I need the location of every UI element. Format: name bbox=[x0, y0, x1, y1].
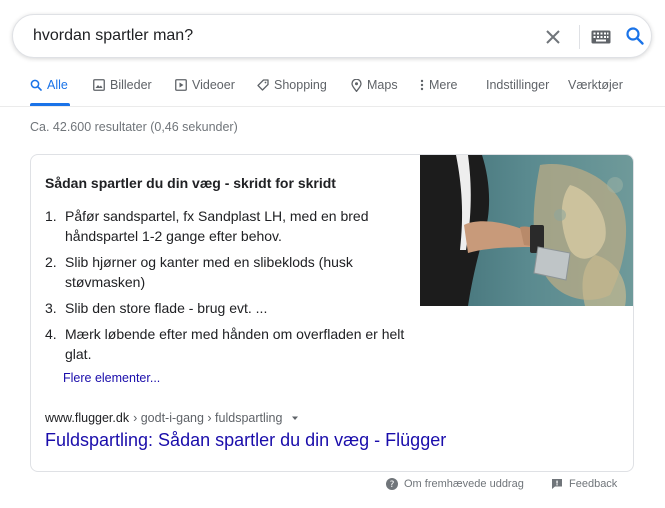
wall-plastering-illustration bbox=[420, 155, 633, 306]
chevron-down-icon[interactable] bbox=[290, 413, 300, 423]
tab-indstillinger[interactable]: Indstillinger bbox=[486, 78, 549, 106]
close-icon[interactable] bbox=[543, 27, 563, 47]
tab-maps[interactable]: Maps bbox=[351, 78, 398, 106]
image-icon bbox=[93, 79, 105, 91]
tab-alle[interactable]: Alle bbox=[30, 78, 70, 106]
step-text: Slib hjørner og kanter med en slibeklods… bbox=[65, 254, 353, 290]
search-bar: hvordan spartler man? bbox=[12, 14, 652, 58]
snippet-title: Sådan spartler du din væg - skridt for s… bbox=[45, 175, 336, 191]
breadcrumb: www.flugger.dk › godt-i-gang › fuldspart… bbox=[45, 411, 300, 425]
search-icon bbox=[30, 79, 42, 91]
tab-label: Mere bbox=[429, 78, 458, 92]
tab-label: Værktøjer bbox=[568, 78, 623, 92]
map-pin-icon bbox=[351, 79, 362, 92]
more-items-link[interactable]: Flere elementer... bbox=[63, 371, 160, 385]
more-vert-icon bbox=[420, 79, 424, 91]
tab-shopping[interactable]: Shopping bbox=[257, 78, 327, 106]
list-item: 2. Slib hjørner og kanter med en slibekl… bbox=[45, 252, 405, 292]
keyboard-icon[interactable] bbox=[591, 30, 611, 44]
step-number: 3. bbox=[45, 300, 57, 316]
tab-vaerktoejer[interactable]: Værktøjer bbox=[568, 78, 623, 106]
site-path: › godt-i-gang › fuldspartling bbox=[133, 411, 283, 425]
tab-label: Shopping bbox=[274, 78, 327, 92]
tab-label: Maps bbox=[367, 78, 398, 92]
search-divider bbox=[579, 25, 580, 49]
snippet-footer: ? Om fremhævede uddrag Feedback bbox=[0, 478, 665, 494]
tabs-divider bbox=[0, 106, 665, 107]
tab-billeder[interactable]: Billeder bbox=[93, 78, 152, 106]
step-number: 2. bbox=[45, 254, 57, 270]
step-number: 4. bbox=[45, 326, 57, 342]
search-tabs: Alle Billeder Videoer Shopping Maps Mere… bbox=[0, 78, 665, 106]
feedback-icon bbox=[552, 479, 562, 489]
list-item: 1. Påfør sandspartel, fx Sandplast LH, m… bbox=[45, 206, 405, 246]
tab-videoer[interactable]: Videoer bbox=[175, 78, 235, 106]
help-icon: ? bbox=[386, 478, 398, 490]
list-item: 4. Mærk løbende efter med hånden om over… bbox=[45, 324, 405, 364]
tab-label: Alle bbox=[47, 78, 68, 92]
snippet-steps: 1. Påfør sandspartel, fx Sandplast LH, m… bbox=[45, 206, 405, 370]
tab-label: Videoer bbox=[192, 78, 235, 92]
tag-icon bbox=[257, 79, 269, 91]
results-stats: Ca. 42.600 resultater (0,46 sekunder) bbox=[30, 120, 238, 134]
site-domain: www.flugger.dk bbox=[45, 411, 130, 425]
search-input[interactable]: hvordan spartler man? bbox=[33, 27, 193, 45]
tab-mere[interactable]: Mere bbox=[420, 78, 457, 106]
about-snippet-label: Om fremhævede uddrag bbox=[404, 478, 524, 490]
tab-label: Billeder bbox=[110, 78, 152, 92]
result-title-link[interactable]: Fuldspartling: Sådan spartler du din væg… bbox=[45, 430, 446, 451]
video-icon bbox=[175, 79, 187, 91]
step-number: 1. bbox=[45, 208, 57, 224]
featured-snippet: Sådan spartler du din væg - skridt for s… bbox=[30, 154, 634, 472]
step-text: Påfør sandspartel, fx Sandplast LH, med … bbox=[65, 208, 369, 244]
step-text: Slib den store flade - brug evt. ... bbox=[65, 300, 268, 316]
feedback-label: Feedback bbox=[569, 478, 618, 490]
svg-text:?: ? bbox=[390, 480, 395, 490]
search-icon[interactable] bbox=[625, 26, 645, 46]
step-text: Mærk løbende efter med hånden om overfla… bbox=[65, 326, 405, 362]
snippet-image[interactable] bbox=[420, 155, 633, 306]
tab-label: Indstillinger bbox=[486, 78, 550, 92]
list-item: 3. Slib den store flade - brug evt. ... bbox=[45, 298, 405, 318]
about-snippet-link[interactable]: ? Om fremhævede uddrag bbox=[386, 478, 524, 490]
feedback-link[interactable]: Feedback bbox=[551, 478, 617, 490]
